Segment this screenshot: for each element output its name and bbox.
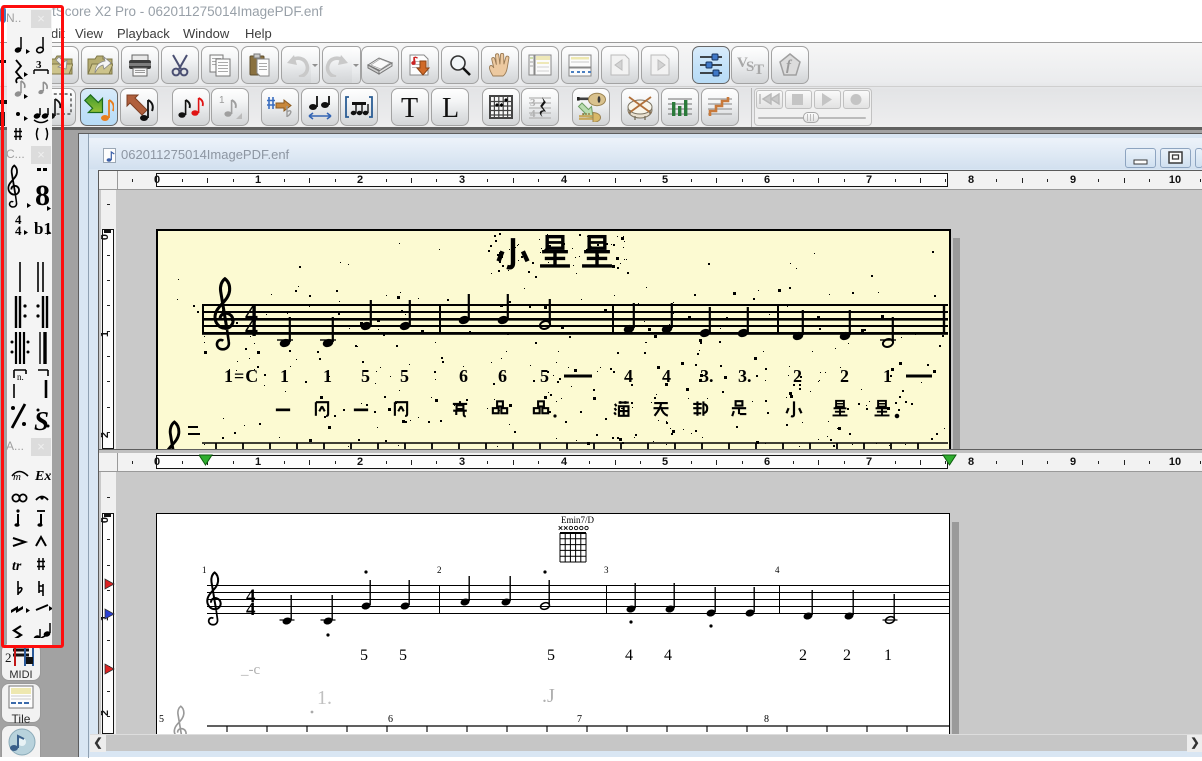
svg-text:4: 4 [624,366,633,386]
svg-text:2: 2 [840,366,849,386]
svg-text:1: 1 [280,366,289,386]
svg-text:5: 5 [400,366,409,386]
svg-text:1: 1 [202,565,207,575]
svg-text:1: 1 [219,95,225,106]
svg-text:4: 4 [246,599,256,620]
svg-text:L: L [442,94,459,120]
svg-text:1.: 1. [317,687,332,709]
svg-text:5: 5 [399,647,407,664]
svg-text:4: 4 [664,647,672,664]
svg-text:2: 2 [437,565,442,575]
svg-text:6: 6 [459,366,468,386]
svg-text:5: 5 [547,647,555,664]
svg-text:6: 6 [498,366,507,386]
svg-text:3.: 3. [738,366,752,386]
svg-text:4: 4 [530,108,536,120]
svg-text:4: 4 [775,565,780,575]
svg-text:7: 7 [577,714,582,725]
svg-text:8: 8 [764,714,769,725]
svg-text:5: 5 [540,366,549,386]
svg-text:5: 5 [361,366,370,386]
svg-text:3: 3 [604,565,609,575]
svg-text:6: 6 [388,714,393,725]
svg-text:_-c: _-c [240,662,260,678]
svg-text:2: 2 [799,647,807,664]
svg-text:1: 1 [884,647,892,664]
svg-text:4: 4 [625,647,633,664]
svg-text:.J: .J [542,685,555,707]
svg-text:4: 4 [245,313,258,342]
svg-text:T: T [401,94,418,120]
svg-text:5: 5 [159,714,164,725]
svg-text:2: 2 [843,647,851,664]
svg-text:1: 1 [323,366,332,386]
svg-text:T: T [754,62,764,77]
svg-text:Emin7/D: Emin7/D [561,515,594,525]
svg-text:5: 5 [360,647,368,664]
svg-text:2: 2 [5,650,12,665]
